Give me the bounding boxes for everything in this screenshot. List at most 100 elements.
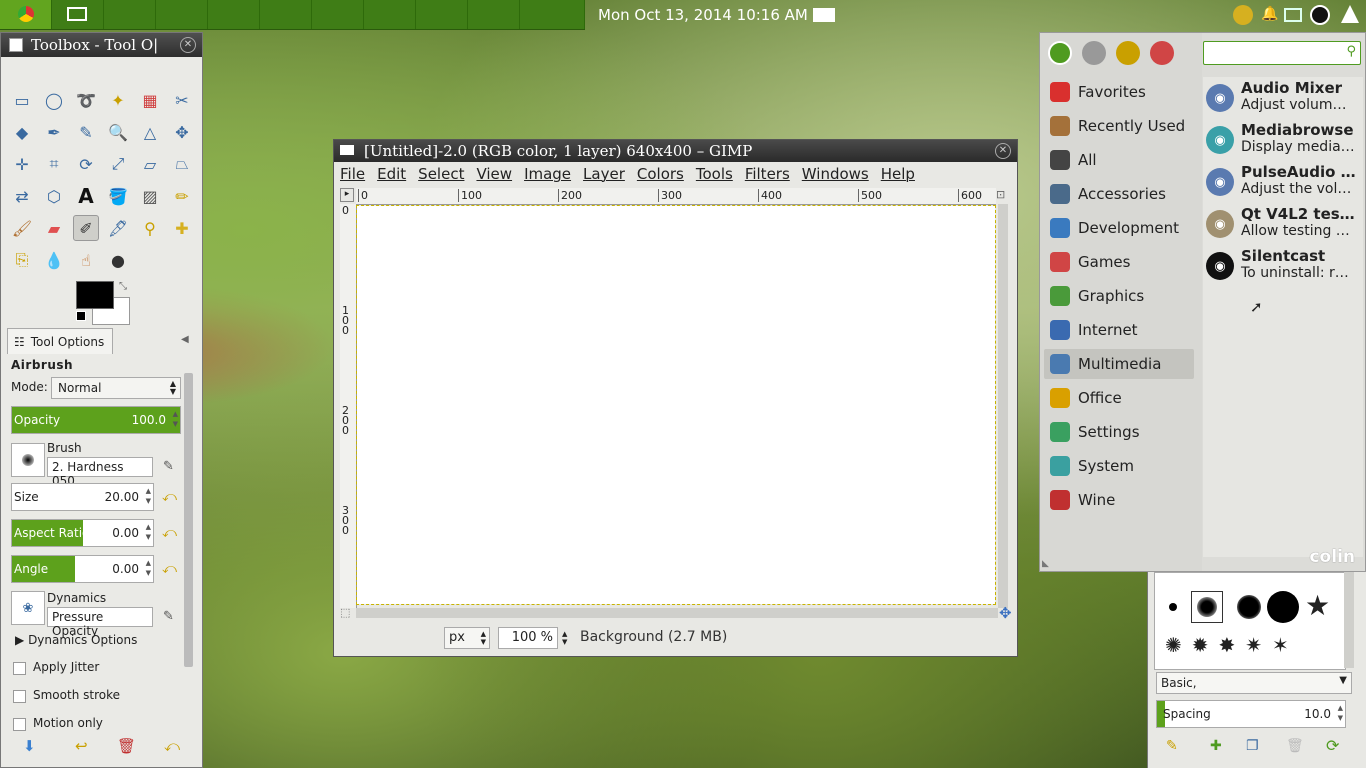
- task-slot[interactable]: [312, 0, 364, 29]
- scale-icon[interactable]: ⤢: [105, 151, 131, 177]
- menu-file[interactable]: File: [334, 162, 371, 186]
- category-internet[interactable]: Internet: [1044, 315, 1194, 345]
- reset-angle-icon[interactable]: ⤺: [162, 561, 178, 577]
- category-all[interactable]: All: [1044, 145, 1194, 175]
- tab-tool-options[interactable]: ☷ Tool Options: [7, 328, 113, 354]
- brush-swatch[interactable]: [1267, 591, 1299, 623]
- switch-user-icon[interactable]: [1116, 41, 1140, 65]
- duplicate-brush-icon[interactable]: ❐: [1246, 738, 1259, 754]
- chrome-task-button[interactable]: [0, 0, 52, 29]
- ink-icon[interactable]: 🖋: [105, 215, 131, 241]
- swap-colors-icon[interactable]: ⤡: [119, 281, 127, 292]
- spin-arrows-icon[interactable]: ▲ ▼: [146, 486, 151, 506]
- reset-aspect-icon[interactable]: ⤺: [162, 525, 178, 541]
- close-icon[interactable]: ✕: [180, 37, 196, 53]
- paintbrush-icon[interactable]: 🖌: [9, 215, 35, 241]
- brush-name-field[interactable]: 2. Hardness 050: [47, 457, 153, 488]
- texture-brushes[interactable]: ✺✹✸✷✶: [1165, 633, 1299, 657]
- spin-arrows-icon[interactable]: ▲ ▼: [1338, 703, 1343, 723]
- smudge-icon[interactable]: ☝: [73, 247, 99, 273]
- options-scrollbar[interactable]: [184, 373, 193, 667]
- lock-icon[interactable]: [1082, 41, 1106, 65]
- align-icon[interactable]: ✛: [9, 151, 35, 177]
- shear-icon[interactable]: ▱: [137, 151, 163, 177]
- unit-select[interactable]: px ▲ ▼: [444, 627, 490, 649]
- gradient-icon[interactable]: ▨: [137, 183, 163, 209]
- edit-dynamics-icon[interactable]: ✎: [163, 609, 174, 624]
- menu-filters[interactable]: Filters: [739, 162, 796, 186]
- category-favorites[interactable]: Favorites: [1044, 77, 1194, 107]
- task-slot[interactable]: [468, 0, 520, 29]
- vertical-ruler[interactable]: 0 100 200 300: [340, 204, 357, 608]
- clone-icon[interactable]: ⚲: [137, 215, 163, 241]
- vertical-scrollbar[interactable]: [998, 204, 1008, 608]
- bell-icon[interactable]: 🔔: [1261, 6, 1278, 22]
- username[interactable]: colin: [1309, 547, 1355, 567]
- dynamics-preview[interactable]: ❀: [11, 591, 45, 625]
- category-settings[interactable]: Settings: [1044, 417, 1194, 447]
- edit-brush-icon[interactable]: ✎: [163, 459, 174, 474]
- pencil-icon[interactable]: ✏: [169, 183, 195, 209]
- heal-icon[interactable]: ✚: [169, 215, 195, 241]
- task-slot[interactable]: [364, 0, 416, 29]
- restore-options-icon[interactable]: ↩: [75, 737, 88, 755]
- category-system[interactable]: System: [1044, 451, 1194, 481]
- category-recently-used[interactable]: Recently Used: [1044, 111, 1194, 141]
- settings-toggle-icon[interactable]: [1150, 41, 1174, 65]
- task-slot[interactable]: [208, 0, 260, 29]
- mode-select[interactable]: Normal ▲ ▼: [51, 377, 181, 399]
- brush-preset-select[interactable]: Basic, ▼: [1156, 672, 1352, 694]
- rotate-icon[interactable]: ⟳: [73, 151, 99, 177]
- app-item[interactable]: ◉ Qt V4L2 tes… Allow testing …: [1203, 203, 1363, 243]
- opacity-slider[interactable]: Opacity 100.0 ▲ ▼: [11, 406, 181, 434]
- display-icon[interactable]: [813, 8, 835, 22]
- measure-icon[interactable]: △: [137, 119, 163, 145]
- bucket-fill-icon[interactable]: 🪣: [105, 183, 131, 209]
- move-icon[interactable]: ✥: [169, 119, 195, 145]
- zoom-spin-icon[interactable]: ▲ ▼: [562, 630, 567, 646]
- category-multimedia[interactable]: Multimedia: [1044, 349, 1194, 379]
- window-menu-icon[interactable]: [9, 38, 23, 52]
- task-slot[interactable]: [156, 0, 208, 29]
- crop-icon[interactable]: ⌗: [41, 151, 67, 177]
- category-development[interactable]: Development: [1044, 213, 1194, 243]
- size-slider[interactable]: Size 20.00 ▲ ▼: [11, 483, 154, 511]
- cage-icon[interactable]: ⬡: [41, 183, 67, 209]
- app-item[interactable]: ◉ Audio Mixer Adjust volum…: [1203, 77, 1363, 117]
- brush-swatch[interactable]: [1237, 595, 1261, 619]
- flip-icon[interactable]: ⇄: [9, 183, 35, 209]
- app-item[interactable]: ◉ Mediabrowse Display media…: [1203, 119, 1363, 159]
- color-select-icon[interactable]: ▦: [137, 87, 163, 113]
- search-input[interactable]: ⚲: [1203, 41, 1361, 65]
- apply-jitter-checkbox[interactable]: [13, 662, 26, 675]
- motion-only-checkbox[interactable]: [13, 718, 26, 731]
- network-icon[interactable]: [1284, 8, 1302, 22]
- reset-options-icon[interactable]: ⤺: [164, 737, 180, 755]
- delete-options-icon[interactable]: 🗑: [117, 737, 136, 755]
- smooth-stroke-checkbox[interactable]: [13, 690, 26, 703]
- menu-help[interactable]: Help: [875, 162, 921, 186]
- angle-slider[interactable]: Angle 0.00 ▲ ▼: [11, 555, 154, 583]
- zoom-fit-icon[interactable]: ⊡: [996, 188, 1010, 202]
- app-item[interactable]: ◉ PulseAudio … Adjust the vol…: [1203, 161, 1363, 201]
- window-menu-icon[interactable]: [340, 145, 354, 155]
- airbrush-icon[interactable]: ✐: [73, 215, 99, 241]
- close-icon[interactable]: ✕: [995, 143, 1011, 159]
- brush-swatch[interactable]: [1169, 603, 1177, 611]
- menu-view[interactable]: View: [470, 162, 518, 186]
- category-wine[interactable]: Wine: [1044, 485, 1194, 515]
- foreground-color-swatch[interactable]: [76, 281, 114, 309]
- refresh-brushes-icon[interactable]: ⟳: [1326, 736, 1339, 755]
- brush-grid[interactable]: ★ ✺✹✸✷✶: [1154, 572, 1346, 670]
- spin-arrows-icon[interactable]: ▲ ▼: [146, 522, 151, 542]
- tab-menu-icon[interactable]: ◀: [181, 334, 189, 345]
- eraser-icon[interactable]: ▰: [41, 215, 67, 241]
- category-office[interactable]: Office: [1044, 383, 1194, 413]
- zoom-icon[interactable]: 🔍: [105, 119, 131, 145]
- lasso-icon[interactable]: ➰: [73, 87, 99, 113]
- paths-icon[interactable]: ✒: [41, 119, 67, 145]
- new-brush-icon[interactable]: ✚: [1210, 738, 1222, 754]
- image-canvas[interactable]: [356, 205, 996, 605]
- text-icon[interactable]: A: [73, 183, 99, 209]
- selected-brush-swatch[interactable]: [1191, 591, 1223, 623]
